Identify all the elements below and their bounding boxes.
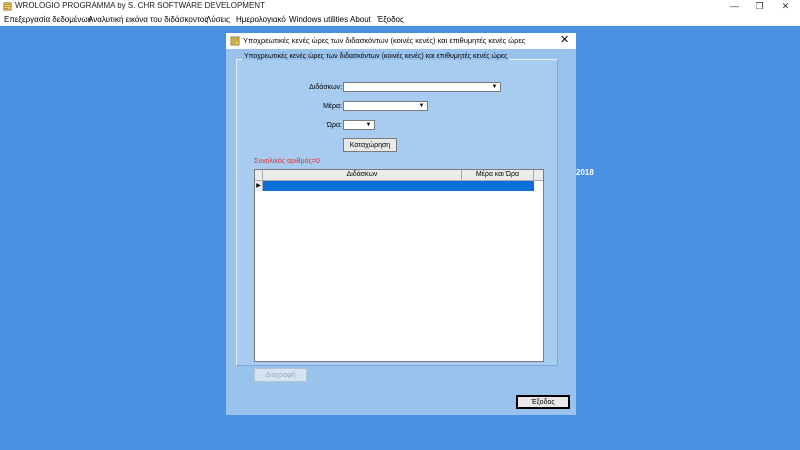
cell-day-hour[interactable]	[462, 181, 534, 191]
table-row[interactable]: ▶	[255, 181, 543, 191]
app-title: WROLOGIO PROGRAMMA by S. CHR SOFTWARE DE…	[15, 1, 265, 10]
menu-about[interactable]: About	[350, 15, 371, 24]
exit-button[interactable]: Έξοδος	[516, 395, 570, 409]
day-label: Μέρα:	[323, 103, 342, 110]
menu-exit[interactable]: Έξοδος	[377, 15, 404, 24]
dialog-close-icon[interactable]: ✕	[560, 34, 569, 47]
menu-windows-utilities[interactable]: Windows utilities	[289, 15, 348, 24]
hour-select[interactable]: ▼	[343, 120, 375, 130]
group-box-label: Υποχρεωτικές κενές ώρες των διδασκόντων …	[242, 53, 510, 60]
menu-teacher-view[interactable]: Αναλυτική εικόνα του διδάσκοντος	[88, 15, 208, 24]
app-titlebar: WROLOGIO PROGRAMMA by S. CHR SOFTWARE DE…	[0, 0, 800, 13]
dialog-title: Υποχρεωτικές κενές ώρες των διδασκόντων …	[243, 36, 526, 45]
cell-teacher[interactable]	[263, 181, 462, 191]
grid-header: Διδάσκων Μέρα και Ώρα	[255, 170, 543, 181]
year-label: 2018	[576, 168, 594, 177]
menu-calendar[interactable]: Ημερολογιακό	[236, 15, 286, 24]
delete-button[interactable]: Διαγραφή	[254, 368, 307, 382]
teacher-label: Διδάσκων:	[309, 84, 342, 91]
day-select[interactable]: ▼	[343, 101, 428, 111]
hour-label: Ώρα:	[326, 122, 342, 129]
menu-solutions[interactable]: Λύσεις	[206, 15, 230, 24]
chevron-down-icon[interactable]: ▼	[490, 83, 499, 91]
chevron-down-icon[interactable]: ▼	[364, 121, 373, 129]
row-indicator-icon: ▶	[255, 181, 263, 191]
restore-icon[interactable]: ❐	[747, 0, 772, 13]
app-logo-icon	[3, 2, 12, 11]
menu-data-editing[interactable]: Επεξεργασία δεδομένων	[4, 15, 92, 24]
minimize-icon[interactable]: —	[722, 0, 747, 13]
entries-grid: Διδάσκων Μέρα και Ώρα ▶	[254, 169, 544, 362]
total-count-label: Συνολικός αριθμός=0	[254, 158, 320, 165]
chevron-down-icon[interactable]: ▼	[417, 102, 426, 110]
teacher-select[interactable]: ▼	[343, 82, 501, 92]
dialog-app-icon	[230, 36, 240, 46]
column-header-teacher[interactable]: Διδάσκων	[263, 170, 462, 180]
menu-bar: Επεξεργασία δεδομένων Αναλυτική εικόνα τ…	[0, 13, 800, 26]
column-header-day-hour[interactable]: Μέρα και Ώρα	[462, 170, 534, 180]
grid-corner	[255, 170, 263, 180]
close-icon[interactable]: ✕	[773, 0, 798, 13]
register-button[interactable]: Καταχώρηση	[343, 138, 397, 152]
dialog-titlebar: Υποχρεωτικές κενές ώρες των διδασκόντων …	[226, 33, 576, 49]
